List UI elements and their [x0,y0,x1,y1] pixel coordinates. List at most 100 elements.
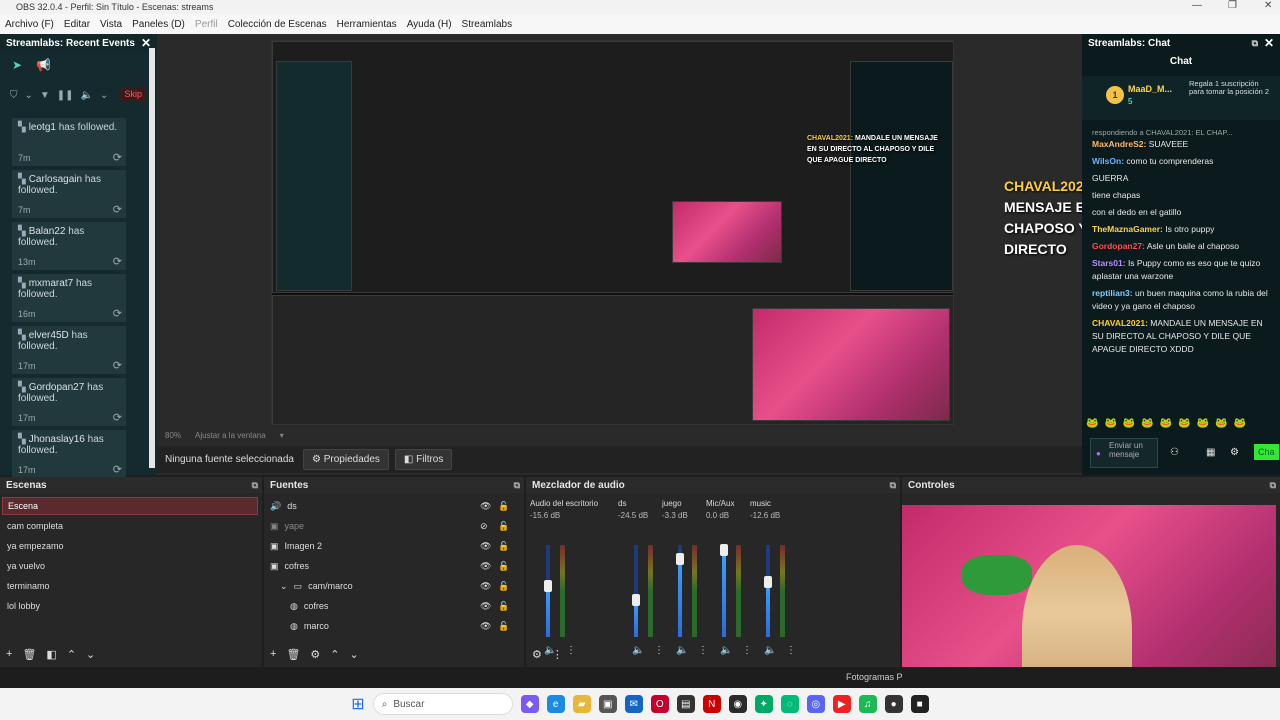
close-icon[interactable]: ✕ [1264,0,1272,11]
edge-icon[interactable]: e [546,695,565,713]
replay-icon[interactable]: ⟳ [113,153,122,164]
chevron-down-icon[interactable]: ▾ [280,431,284,440]
chevron-up-icon[interactable]: ⌃ [67,648,76,661]
copilot-icon[interactable]: ◆ [520,695,539,713]
lock-icon[interactable]: 🔓 [498,541,509,552]
lock-icon[interactable]: 🔓 [498,521,509,532]
gear-icon[interactable]: ⚙ [1230,447,1239,458]
menu-herramientas[interactable]: Herramientas [332,19,402,30]
scene-item[interactable]: ya vuelvo [2,557,258,575]
lock-icon[interactable]: 🔓 [498,621,509,632]
filters-button[interactable]: ◧ Filtros [394,449,453,470]
maximize-icon[interactable]: ❐ [1228,0,1237,11]
emote-icon[interactable]: 🐸 [1197,418,1209,429]
youtube-icon[interactable]: ▶ [832,695,851,713]
scene-item[interactable]: Escena [2,497,258,515]
popout-icon[interactable]: ⧉ [514,480,520,491]
menu-ayuda[interactable]: Ayuda (H) [402,19,457,30]
windows-start-icon[interactable]: ⊞ [351,694,364,714]
eye-icon[interactable]: 👁 [480,501,491,512]
popout-icon[interactable]: ⧉ [252,480,258,491]
source-item[interactable]: ◍ cofres 👁 🔓 [270,597,509,615]
replay-icon[interactable]: ⟳ [113,205,122,216]
emote-icon[interactable]: 🐸 [1234,418,1246,429]
preview-canvas[interactable]: CHAVAL2021: MANDALE UN MENSAJE EN SU DIR… [271,40,954,425]
filter-icon[interactable]: ▼ [40,90,50,101]
menu-streamlabs[interactable]: Streamlabs [457,19,518,30]
replay-icon[interactable]: ⟳ [113,257,122,268]
source-item[interactable]: 🔊 ds 👁 🔓 [270,497,509,515]
replay-icon[interactable]: ⟳ [113,413,122,424]
speaker-icon[interactable]: 🔈 [764,645,776,656]
outlook-icon[interactable]: ✉ [624,695,643,713]
scene-item[interactable]: lol lobby [2,597,258,615]
replay-icon[interactable]: ⟳ [113,361,122,372]
eye-off-icon[interactable]: ⊘ [480,521,488,532]
add-icon[interactable]: + [6,648,12,661]
volume-knob[interactable] [632,594,640,607]
properties-button[interactable]: ⚙ Propiedades [303,449,389,470]
eye-icon[interactable]: 👁 [480,621,491,632]
emote-icon[interactable]: 🐸 [1123,418,1135,429]
lock-icon[interactable]: 🔓 [498,501,509,512]
lock-icon[interactable]: 🔓 [498,581,509,592]
speaker-icon[interactable]: 🔈 [676,645,688,656]
volume-slider[interactable] [722,545,726,637]
taskbar-search[interactable]: ⌕ Buscar [372,693,513,715]
popout-icon[interactable]: ⧉ [1252,38,1258,49]
xbox-icon[interactable]: ✦ [754,695,773,713]
add-icon[interactable]: + [270,648,276,661]
discord-icon[interactable]: ◎ [806,695,825,713]
chevron-down-icon[interactable]: ⌄ [280,581,288,592]
megaphone-icon[interactable]: 📢 [36,58,51,72]
emote-icon[interactable]: 🐸 [1215,418,1227,429]
minimize-icon[interactable]: — [1192,0,1202,11]
replay-icon[interactable]: ⟳ [113,465,122,476]
chevron-down-icon[interactable]: ⌄ [86,648,95,661]
skip-button[interactable]: Skip [120,87,146,101]
menu-dots-icon[interactable]: ⋮ [552,648,563,661]
store-icon[interactable]: ▣ [598,695,617,713]
advanced-audio-icon[interactable]: ⚙ [532,648,542,661]
lock-icon[interactable]: 🔓 [498,601,509,612]
menu-archivo[interactable]: Archivo (F) [0,19,59,30]
volume-knob[interactable] [720,543,728,556]
chevron-down-icon[interactable]: ⌄ [350,648,359,661]
pause-icon[interactable]: ❚❚ [57,90,74,101]
popout-icon[interactable]: ⧉ [890,480,896,491]
obs-icon[interactable]: ● [884,695,903,713]
menu-coleccion[interactable]: Colección de Escenas [223,19,332,30]
source-item[interactable]: ▣ yape ⊘ 🔓 [270,517,509,535]
scrollbar[interactable] [149,48,155,468]
chevron-down-icon[interactable]: ⌄ [100,90,108,101]
volume-knob[interactable] [764,575,772,588]
volume-slider[interactable] [766,545,770,637]
speaker-icon[interactable]: 🔈 [632,645,644,656]
scene-item[interactable]: ya empezamo [2,537,258,555]
source-item[interactable]: ◍ marco 👁 🔓 [270,617,509,635]
emote-icon[interactable]: 🐸 [1086,418,1098,429]
opera-icon[interactable]: O [650,695,669,713]
send-icon[interactable]: ➤ [12,58,22,72]
emote-icon[interactable]: 🐸 [1104,418,1116,429]
eye-icon[interactable]: 👁 [480,541,491,552]
people-icon[interactable]: ⚇ [1170,447,1179,458]
app-icon[interactable]: ■ [910,695,929,713]
spotify-icon[interactable]: ♫ [858,695,877,713]
shield-icon[interactable]: ⛉ [10,90,18,101]
chat-send-input[interactable]: ● Enviar un mensaje [1090,438,1158,468]
source-item[interactable]: ▣ cofres 👁 🔓 [270,557,509,575]
chat-button[interactable]: Cha [1254,444,1279,460]
menu-dots-icon[interactable]: ⋮ [786,645,796,656]
gear-icon[interactable]: ⚙ [310,648,320,661]
eye-icon[interactable]: 👁 [480,601,491,612]
folder-icon[interactable]: ▰ [572,695,591,713]
gift-icon[interactable]: ▦ [1206,447,1215,458]
source-item[interactable]: ⌄ ▭ cam/marco 👁 🔓 [270,577,509,595]
app-icon[interactable]: ▤ [676,695,695,713]
netflix-icon[interactable]: N [702,695,721,713]
whatsapp-icon[interactable]: ◌ [780,695,799,713]
trash-icon[interactable]: 🗑 [22,648,36,661]
menu-perfil[interactable]: Perfil [190,19,223,30]
emote-icon[interactable]: 🐸 [1141,418,1153,429]
